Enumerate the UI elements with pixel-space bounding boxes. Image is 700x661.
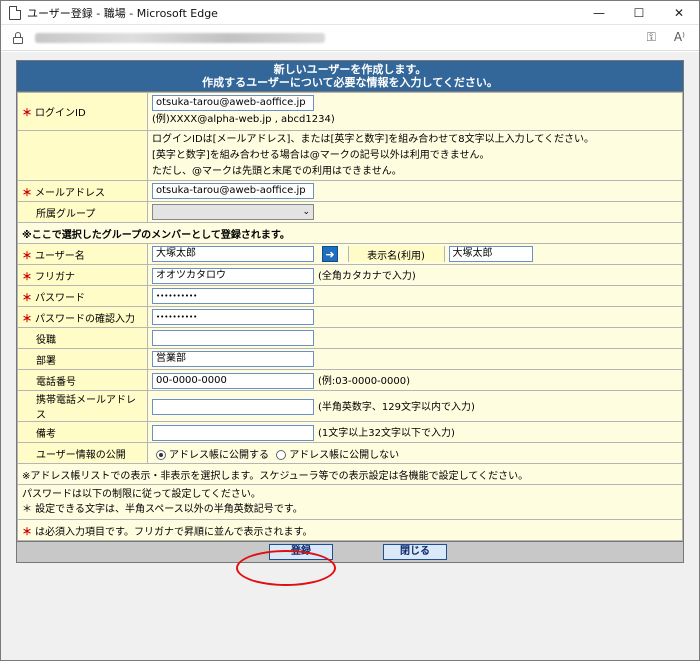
remarks-note: (1文字以上32文字以下で入力) — [318, 427, 455, 439]
email-label: ＊メールアドレス — [17, 180, 148, 202]
email-input[interactable]: otsuka-tarou@aweb-aoffice.jp — [152, 183, 314, 199]
close-window-button[interactable]: ✕ — [659, 1, 699, 25]
username-input[interactable]: 大塚太郎 — [152, 246, 314, 262]
phone-note: (例:03-0000-0000) — [318, 375, 411, 387]
maximize-button[interactable]: ☐ — [619, 1, 659, 25]
title-bar: ユーザー登録 - 職場 - Microsoft Edge — ☐ ✕ — [1, 1, 699, 25]
password-confirm-input[interactable]: •••••••••• — [152, 309, 314, 325]
phone-input[interactable]: 00-0000-0000 — [152, 372, 314, 389]
publish-option-label: アドレス帳に公開する — [169, 449, 269, 461]
address-bar: ⚿ A⁾ — [1, 25, 699, 51]
login-id-input[interactable]: otsuka-tarou@aweb-aoffice.jp — [152, 95, 314, 111]
remarks-input[interactable] — [152, 424, 314, 441]
group-label: 所属グループ — [17, 201, 148, 223]
mobile-mail-label: 携帯電話メールアドレス — [17, 390, 148, 422]
group-note: ※ここで選択したグループのメンバーとして登録されます。 — [17, 222, 683, 244]
read-aloud-icon[interactable]: A⁾ — [674, 30, 685, 45]
mobile-mail-note: (半角英数字、129文字以内で入力) — [318, 401, 475, 413]
password-input[interactable]: •••••••••• — [152, 288, 314, 304]
button-bar: 登録 閉じる — [17, 541, 683, 562]
page-content: 新しいユーザーを作成します。 作成するユーザーについて必要な情報を入力してくださ… — [1, 52, 699, 660]
close-button[interactable]: 閉じる — [383, 544, 447, 560]
display-name-label: 表示名(利用) — [347, 246, 445, 262]
publish-note: ※アドレス帳リストでの表示・非表示を選択します。スケジューラ等での表示設定は各機… — [17, 463, 683, 485]
header-line-2: 作成するユーザーについて必要な情報を入力してください。 — [202, 76, 498, 89]
position-label: 役職 — [17, 327, 148, 349]
url-field[interactable] — [35, 32, 325, 43]
minimize-button[interactable]: — — [579, 1, 619, 25]
furigana-input[interactable]: オオツカタロウ — [152, 267, 314, 284]
password-label: ＊パスワード — [17, 285, 148, 307]
department-input[interactable]: 営業部 — [152, 351, 314, 367]
login-id-example: (例)XXXX@alpha-web.jp , abcd1234) — [152, 114, 335, 125]
department-label: 部署 — [17, 348, 148, 370]
furigana-note: (全角カタカナで入力) — [318, 270, 416, 282]
password-confirm-label: ＊パスワードの確認入力 — [17, 306, 148, 328]
user-registration-form: 新しいユーザーを作成します。 作成するユーザーについて必要な情報を入力してくださ… — [16, 60, 684, 563]
page-icon — [9, 5, 21, 20]
chevron-down-icon: ⌄ — [302, 207, 310, 217]
position-input[interactable] — [152, 330, 314, 346]
publish-radio[interactable] — [156, 449, 166, 460]
login-id-help: ログインIDは[メールアドレス]、または[英字と数字]を組み合わせて8文字以上入… — [147, 130, 683, 181]
group-select[interactable]: ⌄ — [152, 204, 314, 220]
header-line-1: 新しいユーザーを作成します。 — [273, 63, 427, 76]
mobile-mail-input[interactable] — [152, 398, 314, 415]
password-rules: パスワードは以下の制限に従って設定してください。 ＊ 設定できる文字は、半角スペ… — [17, 484, 683, 520]
highlight-circle — [236, 550, 336, 586]
phone-label: 電話番号 — [17, 369, 148, 391]
browser-window: ユーザー登録 - 職場 - Microsoft Edge — ☐ ✕ ⚿ A⁾ … — [0, 0, 700, 661]
hide-radio[interactable] — [276, 449, 287, 460]
hide-option-label: アドレス帳に公開しない — [289, 449, 400, 461]
required-note: ＊は必須入力項目です。フリガナで昇順に並んで表示されます。 — [17, 519, 683, 541]
lock-icon[interactable] — [13, 31, 23, 44]
username-label: ＊ユーザー名 — [17, 243, 148, 265]
window-title: ユーザー登録 - 職場 - Microsoft Edge — [27, 6, 218, 20]
publish-label: ユーザー情報の公開 — [17, 442, 148, 464]
display-name-input[interactable]: 大塚太郎 — [448, 246, 533, 262]
key-icon[interactable]: ⚿ — [647, 30, 656, 45]
remarks-label: 備考 — [17, 421, 148, 443]
login-id-label: ＊ログインID — [17, 92, 148, 131]
copy-arrow-button[interactable]: ➜ — [322, 246, 338, 262]
form-header: 新しいユーザーを作成します。 作成するユーザーについて必要な情報を入力してくださ… — [17, 61, 683, 92]
furigana-label: ＊フリガナ — [17, 264, 148, 286]
